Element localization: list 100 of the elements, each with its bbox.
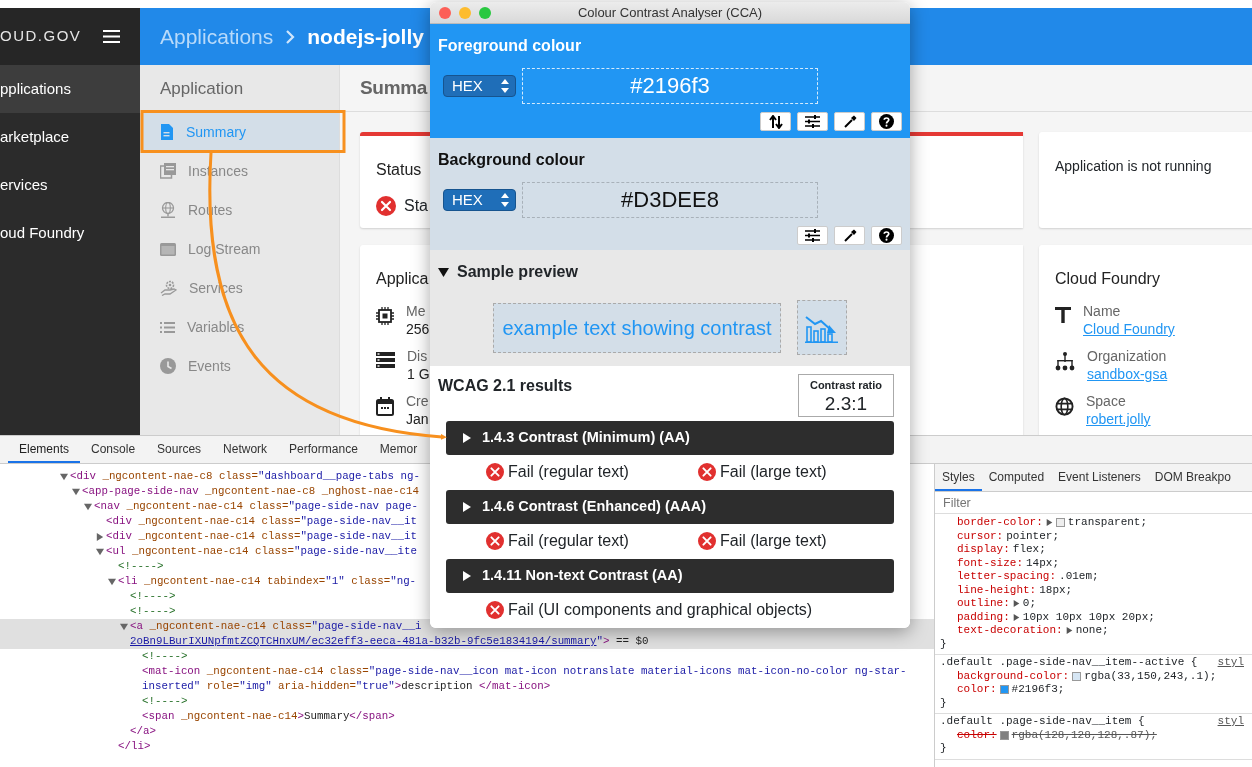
nav-item[interactable]: arketplace — [0, 113, 140, 161]
ratio-value: 2.3:1 — [823, 393, 869, 414]
devtools-tab[interactable]: Network — [212, 436, 279, 463]
code-line: inserted" role="img" aria-hidden="true">description </mat-icon> — [142, 679, 551, 694]
disclosure-triangle-icon[interactable] — [462, 501, 472, 512]
nav-item[interactable]: pplications — [0, 65, 140, 113]
adjust-button[interactable] — [797, 226, 828, 245]
globe-icon — [1055, 397, 1074, 416]
devtools-tab[interactable]: Sources — [146, 436, 213, 463]
code-link[interactable]: 2oBn9LBurIXUNpfmtZCQTCHnxUM/ec32eff3-eeca-481a-b32b-9fc5e1834194/summary — [130, 635, 597, 647]
chip-icon — [376, 307, 394, 325]
color-swatch[interactable] — [1055, 518, 1065, 528]
menu-icon[interactable] — [103, 30, 120, 43]
expand-triangle-icon[interactable] — [1012, 613, 1020, 621]
css-value: none; — [1075, 624, 1109, 638]
devtools-tab[interactable]: Memor — [368, 436, 418, 463]
brand-name: OUD.GOV — [0, 26, 82, 47]
window-icon — [160, 242, 176, 256]
code-line: <app-page-side-nav _ngcontent-nae-c8 _nghost-nae-c14 — [82, 484, 419, 499]
sliders-icon — [805, 229, 820, 242]
help-button[interactable] — [871, 226, 902, 245]
devtools-tab[interactable]: Performance — [278, 436, 369, 463]
eyedropper-button[interactable] — [834, 112, 865, 131]
css-value: 10px 10px 10px 20px; — [1022, 610, 1155, 624]
help-button[interactable] — [871, 112, 902, 131]
expand-triangle-icon[interactable] — [1065, 627, 1073, 635]
color-swatch[interactable] — [999, 730, 1009, 740]
detail-label: Organization — [1087, 348, 1168, 365]
criterion-title: 1.4.6 Contrast (Enhanced) (AAA) — [482, 496, 706, 516]
storage-icon — [376, 352, 395, 368]
window-title: Colour Contrast Analyser (CCA) — [577, 3, 763, 22]
disclosure-triangle-icon[interactable] — [462, 570, 472, 581]
code-line: <nav _ngcontent-nae-c14 class="page-side-nav page- — [94, 499, 418, 514]
expand-triangle-icon[interactable] — [1012, 600, 1020, 608]
detail-value: Jan — [406, 410, 429, 429]
css-property: line-height: — [957, 583, 1037, 597]
closing-brace: } — [939, 637, 948, 651]
section-heading: WCAG 2.1 results — [438, 376, 573, 396]
adjust-button[interactable] — [797, 112, 828, 131]
panel-tab[interactable]: Computed — [981, 464, 1052, 491]
css-property: color: — [957, 683, 997, 697]
css-property: outline: — [957, 597, 1010, 611]
code-line: <!----> — [130, 589, 176, 604]
css-value: rgba(33,150,243,.1); — [1084, 669, 1217, 683]
stack-icon — [160, 163, 176, 179]
criterion-title: 1.4.3 Contrast (Minimum) (AA) — [482, 427, 690, 447]
sliders-icon — [805, 115, 820, 128]
devtools-tab[interactable]: Elements — [8, 436, 81, 463]
css-property: letter-spacing: — [957, 570, 1057, 584]
disclosure-triangle-icon[interactable] — [462, 432, 472, 443]
criterion-header[interactable]: 1.4.11 Non-text Contrast (AA) — [446, 558, 894, 593]
code-line: </a> — [130, 724, 156, 739]
hand-gear-icon — [160, 280, 177, 296]
css-property: cursor: — [957, 529, 1004, 543]
disclosure-triangle-icon[interactable] — [438, 266, 449, 278]
css-property: display: — [957, 543, 1010, 557]
css-selector: .default .page-side-nav__item { — [940, 715, 1145, 729]
code-line: <span _ngcontent-nae-c14>Summary</span> — [142, 709, 395, 724]
color-swatch[interactable] — [1072, 671, 1082, 681]
code-line: <a _ngcontent-nae-c14 class="page-side-nav__i — [130, 619, 422, 634]
code-line: <ul _ngcontent-nae-c14 class="page-side-nav__ite — [106, 544, 418, 559]
format-select[interactable]: HEX — [443, 189, 516, 211]
nav-item[interactable]: ervices — [0, 161, 140, 209]
closing-brace: } — [939, 696, 948, 710]
css-value: rgba(128,128,128,.87); — [1011, 728, 1157, 742]
code-line: <div _ngcontent-nae-c14 class="page-side-nav__it — [106, 514, 418, 529]
code-line: <!----> — [118, 559, 164, 574]
sample-text: example text showing contrast — [493, 302, 781, 353]
code-line: </li> — [118, 739, 151, 754]
source-link[interactable]: styl — [1217, 656, 1244, 670]
result-text: Fail (regular text) — [508, 462, 629, 482]
panel-tab[interactable]: DOM Breakpo — [1147, 464, 1238, 491]
ratio-label: Contrast ratio — [808, 378, 884, 393]
criterion-header[interactable]: 1.4.6 Contrast (Enhanced) (AAA) — [446, 489, 894, 524]
color-swatch[interactable] — [999, 685, 1009, 695]
devtools-tab[interactable]: Console — [80, 436, 147, 463]
closing-brace: } — [939, 742, 948, 756]
code-line: <!----> — [130, 604, 176, 619]
css-property: text-decoration: — [957, 624, 1063, 638]
swap-button[interactable] — [760, 112, 791, 131]
card-title: Status — [376, 160, 422, 180]
detail-label: Me — [406, 303, 427, 320]
help-icon — [879, 228, 894, 243]
css-property: background-color: — [957, 669, 1070, 683]
format-select[interactable]: HEX — [443, 75, 516, 97]
notice-text: Application is not running — [1055, 157, 1213, 176]
expand-triangle-icon[interactable] — [1045, 519, 1053, 527]
criterion-header[interactable]: 1.4.3 Contrast (Minimum) (AA) — [446, 420, 894, 455]
code-line: <li _ngcontent-nae-c14 tabindex="1" class="ng- — [118, 574, 417, 589]
source-link[interactable]: styl — [1217, 715, 1244, 729]
panel-tab[interactable]: Event Listeners — [1051, 464, 1148, 491]
css-property: font-size: — [957, 556, 1023, 570]
css-property: color: — [957, 728, 997, 742]
section-title: Application — [159, 77, 245, 100]
code-line: <!----> — [142, 694, 188, 709]
code-line: <div _ngcontent-nae-c8 class="dashboard__page-tabs ng- — [70, 469, 420, 484]
section-heading: Sample preview — [457, 262, 578, 282]
eyedropper-button[interactable] — [834, 226, 865, 245]
nav-item[interactable]: oud Foundry — [0, 209, 140, 257]
css-value: transparent; — [1067, 516, 1148, 530]
